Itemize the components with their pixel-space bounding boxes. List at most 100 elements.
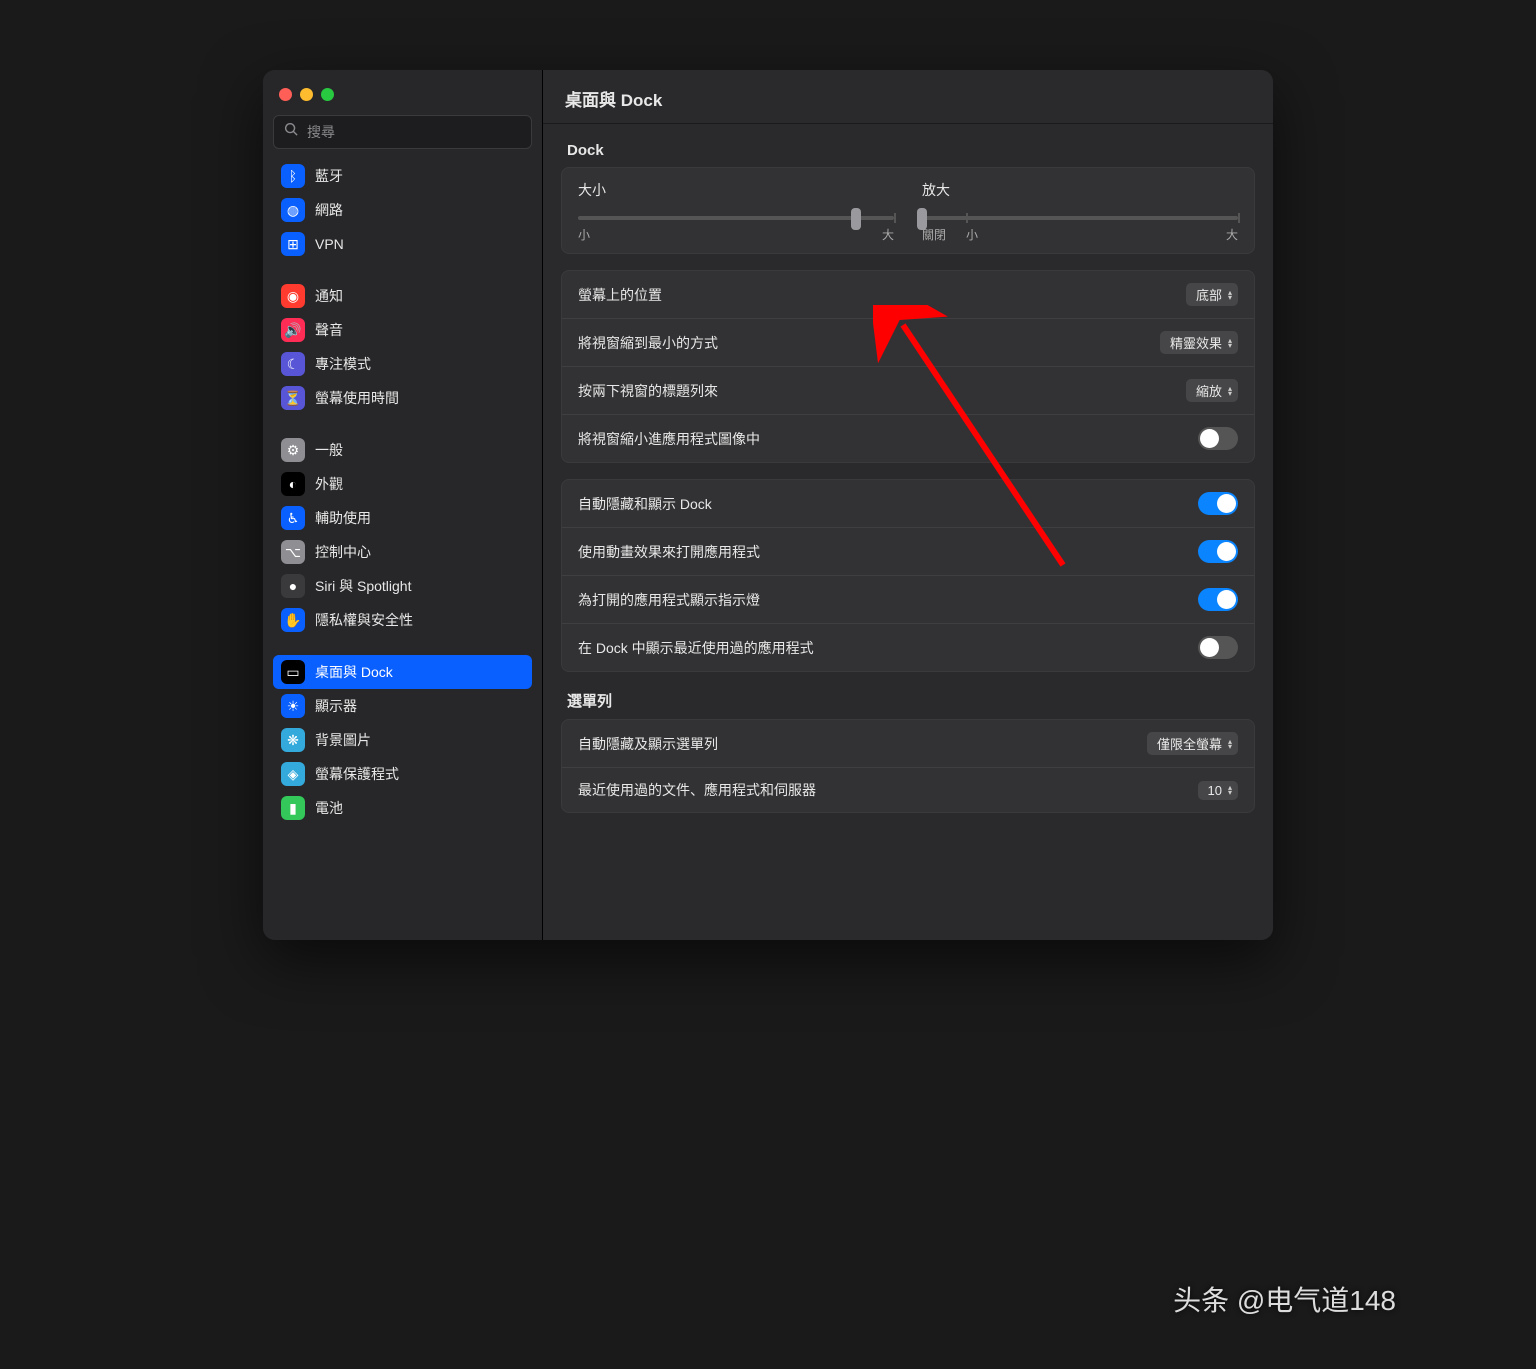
page-title: 桌面與 Dock <box>543 70 1273 124</box>
sidebar-item-icon: ● <box>281 574 305 598</box>
sidebar-list: ᛒ藍牙 ◍ 網路 ⊞VPN ◉通知🔊聲音☾專注模式⏳螢幕使用時間 ⚙ 一般 ◐外觀♿︎輔助使用… <box>273 159 532 825</box>
into-icon-toggle[interactable] <box>1198 427 1238 450</box>
magnification-slider-group: 放大 關閉 小 大 <box>922 180 1238 243</box>
settings-window: ᛒ藍牙 ◍ 網路 ⊞VPN ◉通知🔊聲音☾專注模式⏳螢幕使用時間 ⚙ 一般 ◐外觀♿︎輔助使用… <box>263 70 1273 940</box>
close-button[interactable] <box>279 88 292 101</box>
chevron-updown-icon: ▴▾ <box>1226 336 1234 350</box>
menubar-hide-label: 自動隱藏及顯示選單列 <box>578 734 1147 754</box>
into-icon-label: 將視窗縮小進應用程式圖像中 <box>578 429 1198 449</box>
sidebar-item[interactable]: ⊞VPN <box>273 227 532 261</box>
recent-docs-value: 10 <box>1208 783 1222 798</box>
sidebar-item-icon: ⌥ <box>281 540 305 564</box>
sidebar-item[interactable]: ▮電池 <box>273 791 532 825</box>
size-label: 大小 <box>578 180 894 200</box>
mag-slider-thumb[interactable] <box>917 208 927 230</box>
sidebar-item[interactable]: ◈ 螢幕保護程式 <box>273 757 532 791</box>
sidebar-item-label: 螢幕保護程式 <box>315 764 399 784</box>
watermark: 头条 @电气道148 <box>1173 1279 1396 1319</box>
sidebar-item-icon: ⊞ <box>281 232 305 256</box>
size-slider-group: 大小 小 大 <box>578 180 894 243</box>
size-slider-thumb[interactable] <box>851 208 861 230</box>
sidebar-item-icon: ▭ <box>281 660 305 684</box>
sidebar-item[interactable]: ᛒ藍牙 <box>273 159 532 193</box>
sidebar-item[interactable]: ▭桌面與 Dock <box>273 655 532 689</box>
sidebar-item[interactable]: ⌥ 控制中心 <box>273 535 532 569</box>
recent-docs-label: 最近使用過的文件、應用程式和伺服器 <box>578 780 1198 800</box>
menubar-hide-select[interactable]: 僅限全螢幕 ▴▾ <box>1147 732 1238 755</box>
sidebar-item-label: 控制中心 <box>315 542 371 562</box>
indicators-label: 為打開的應用程式顯示指示燈 <box>578 590 1198 610</box>
sidebar-item[interactable]: 🔊聲音 <box>273 313 532 347</box>
mag-max: 大 <box>1226 226 1238 243</box>
section-dock: Dock <box>561 124 1255 167</box>
sidebar-item-icon: ◍ <box>281 198 305 222</box>
sidebar-item-icon: ◉ <box>281 284 305 308</box>
sidebar-item[interactable]: ◉通知 <box>273 279 532 313</box>
magnification-slider[interactable] <box>922 216 1238 220</box>
position-label: 螢幕上的位置 <box>578 285 1186 305</box>
sidebar-item-icon: ☾ <box>281 352 305 376</box>
recent-docs-select[interactable]: 10 ▴▾ <box>1198 781 1238 800</box>
sidebar-item-icon: ☀ <box>281 694 305 718</box>
dblclick-select[interactable]: 縮放 ▴▾ <box>1186 379 1238 402</box>
section-menubar: 選單列 <box>561 672 1255 719</box>
sidebar-item-icon: ◈ <box>281 762 305 786</box>
sidebar-item-label: 顯示器 <box>315 696 357 716</box>
menubar-panel: 自動隱藏及顯示選單列 僅限全螢幕 ▴▾ 最近使用過的文件、應用程式和伺服器 10… <box>561 719 1255 813</box>
sidebar-item-icon: ⚙ <box>281 438 305 462</box>
sidebar-item-icon: ❋ <box>281 728 305 752</box>
indicators-toggle[interactable] <box>1198 588 1238 611</box>
sidebar-item[interactable]: ❋背景圖片 <box>273 723 532 757</box>
sidebar-item[interactable]: ◍ 網路 <box>273 193 532 227</box>
chevron-updown-icon: ▴▾ <box>1226 737 1234 751</box>
search-field[interactable] <box>273 115 532 149</box>
sidebar-item-label: 電池 <box>315 798 343 818</box>
sidebar-item-label: 螢幕使用時間 <box>315 388 399 408</box>
sidebar-item[interactable]: ⚙ 一般 <box>273 433 532 467</box>
dock-options-panel: 螢幕上的位置 底部 ▴▾ 將視窗縮到最小的方式 精靈效果 ▴▾ 按兩下視窗的標題… <box>561 270 1255 463</box>
sidebar-item[interactable]: ♿︎輔助使用 <box>273 501 532 535</box>
sidebar-item[interactable]: ✋ 隱私權與安全性 <box>273 603 532 637</box>
search-icon <box>284 122 299 142</box>
size-min: 小 <box>578 226 590 243</box>
sidebar-item-icon: ✋ <box>281 608 305 632</box>
minimize-label: 將視窗縮到最小的方式 <box>578 333 1160 353</box>
dblclick-label: 按兩下視窗的標題列來 <box>578 381 1186 401</box>
sidebar-item-label: 一般 <box>315 440 343 460</box>
dblclick-value: 縮放 <box>1196 381 1222 400</box>
zoom-button[interactable] <box>321 88 334 101</box>
row-dblclick: 按兩下視窗的標題列來 縮放 ▴▾ <box>562 366 1254 414</box>
animate-toggle[interactable] <box>1198 540 1238 563</box>
menubar-hide-value: 僅限全螢幕 <box>1157 734 1222 753</box>
row-indicators: 為打開的應用程式顯示指示燈 <box>562 575 1254 623</box>
mag-min: 小 <box>966 226 978 243</box>
row-minimize: 將視窗縮到最小的方式 精靈效果 ▴▾ <box>562 318 1254 366</box>
animate-label: 使用動畫效果來打開應用程式 <box>578 542 1198 562</box>
size-max: 大 <box>882 226 894 243</box>
minimize-button[interactable] <box>300 88 313 101</box>
recent-toggle[interactable] <box>1198 636 1238 659</box>
row-recent: 在 Dock 中顯示最近使用過的應用程式 <box>562 623 1254 671</box>
chevron-updown-icon: ▴▾ <box>1226 288 1234 302</box>
position-select[interactable]: 底部 ▴▾ <box>1186 283 1238 306</box>
sidebar-item[interactable]: ☀ 顯示器 <box>273 689 532 723</box>
minimize-value: 精靈效果 <box>1170 333 1222 352</box>
sidebar-item-label: 網路 <box>315 200 343 220</box>
search-input[interactable] <box>307 124 521 140</box>
minimize-select[interactable]: 精靈效果 ▴▾ <box>1160 331 1238 354</box>
sidebar-item-icon: ◐ <box>281 472 305 496</box>
autohide-toggle[interactable] <box>1198 492 1238 515</box>
sidebar-item[interactable]: ⏳螢幕使用時間 <box>273 381 532 415</box>
sidebar-item-label: 隱私權與安全性 <box>315 610 413 630</box>
sidebar-item[interactable]: ☾專注模式 <box>273 347 532 381</box>
mag-off: 關閉 <box>922 226 966 243</box>
size-slider[interactable] <box>578 216 894 220</box>
recent-label: 在 Dock 中顯示最近使用過的應用程式 <box>578 638 1198 658</box>
autohide-label: 自動隱藏和顯示 Dock <box>578 494 1198 514</box>
sidebar-item-label: 藍牙 <box>315 166 343 186</box>
sidebar-item[interactable]: ◐外觀 <box>273 467 532 501</box>
sidebar-item-label: Siri 與 Spotlight <box>315 576 411 596</box>
sidebar-item[interactable]: ● Siri 與 Spotlight <box>273 569 532 603</box>
row-position: 螢幕上的位置 底部 ▴▾ <box>562 271 1254 318</box>
row-autohide: 自動隱藏和顯示 Dock <box>562 480 1254 527</box>
